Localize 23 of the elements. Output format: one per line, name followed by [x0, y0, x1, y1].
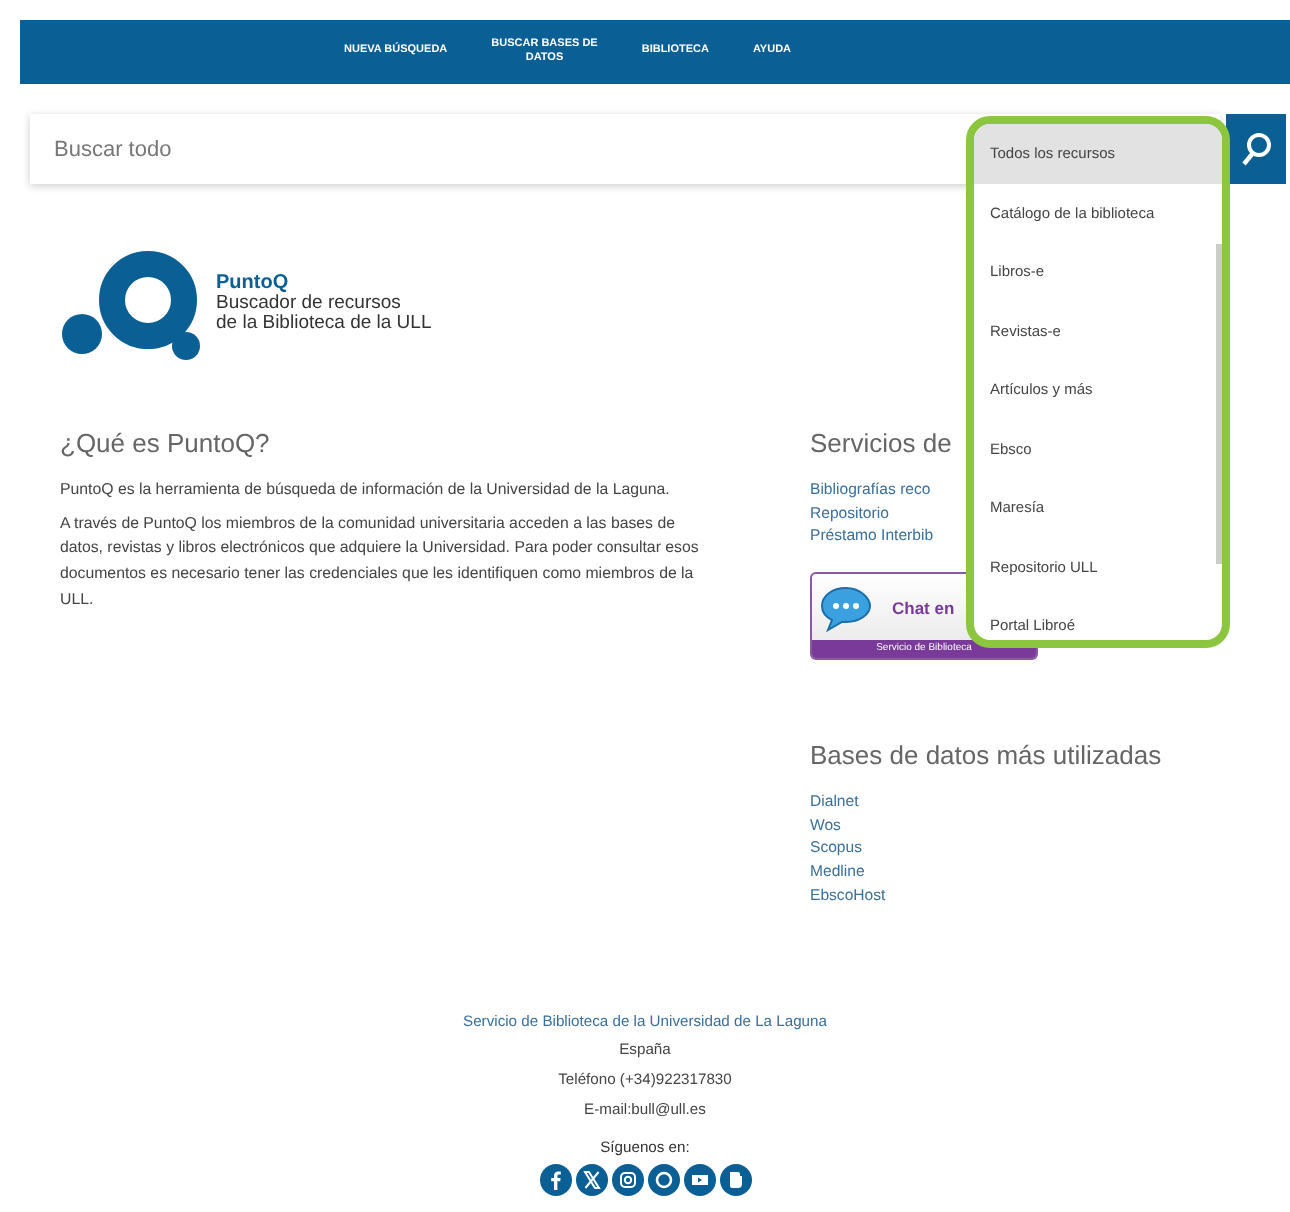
section-title: Servicios de: [810, 428, 952, 458]
logo-tagline: Buscador de recursos: [216, 294, 403, 315]
section-title: ¿Qué es PuntoQ?: [60, 428, 272, 458]
chat-label: Chat en: [892, 597, 955, 618]
social-link[interactable]: [647, 1163, 679, 1196]
ring-icon: [647, 1163, 679, 1196]
play-icon: [683, 1163, 715, 1196]
camera-icon: [611, 1163, 643, 1196]
social-link[interactable]: [683, 1163, 715, 1196]
logo-tagline: de la Biblioteca de la ULL: [216, 314, 432, 335]
logo-name: PuntoQ: [216, 273, 291, 294]
x-icon: [575, 1163, 607, 1196]
chat-bubble-icon: [820, 583, 872, 632]
page-icon: [719, 1163, 751, 1196]
social-link[interactable]: [611, 1163, 643, 1196]
section-title: Bases de datos más utilizadas: [810, 740, 1162, 771]
search-icon: [1240, 131, 1272, 167]
social-link[interactable]: [719, 1163, 751, 1196]
search-button[interactable]: [1226, 114, 1286, 184]
scrollbar[interactable]: [1216, 244, 1222, 564]
social-link[interactable]: [539, 1163, 571, 1196]
facebook-icon: [539, 1163, 571, 1196]
social-link[interactable]: [575, 1163, 607, 1196]
